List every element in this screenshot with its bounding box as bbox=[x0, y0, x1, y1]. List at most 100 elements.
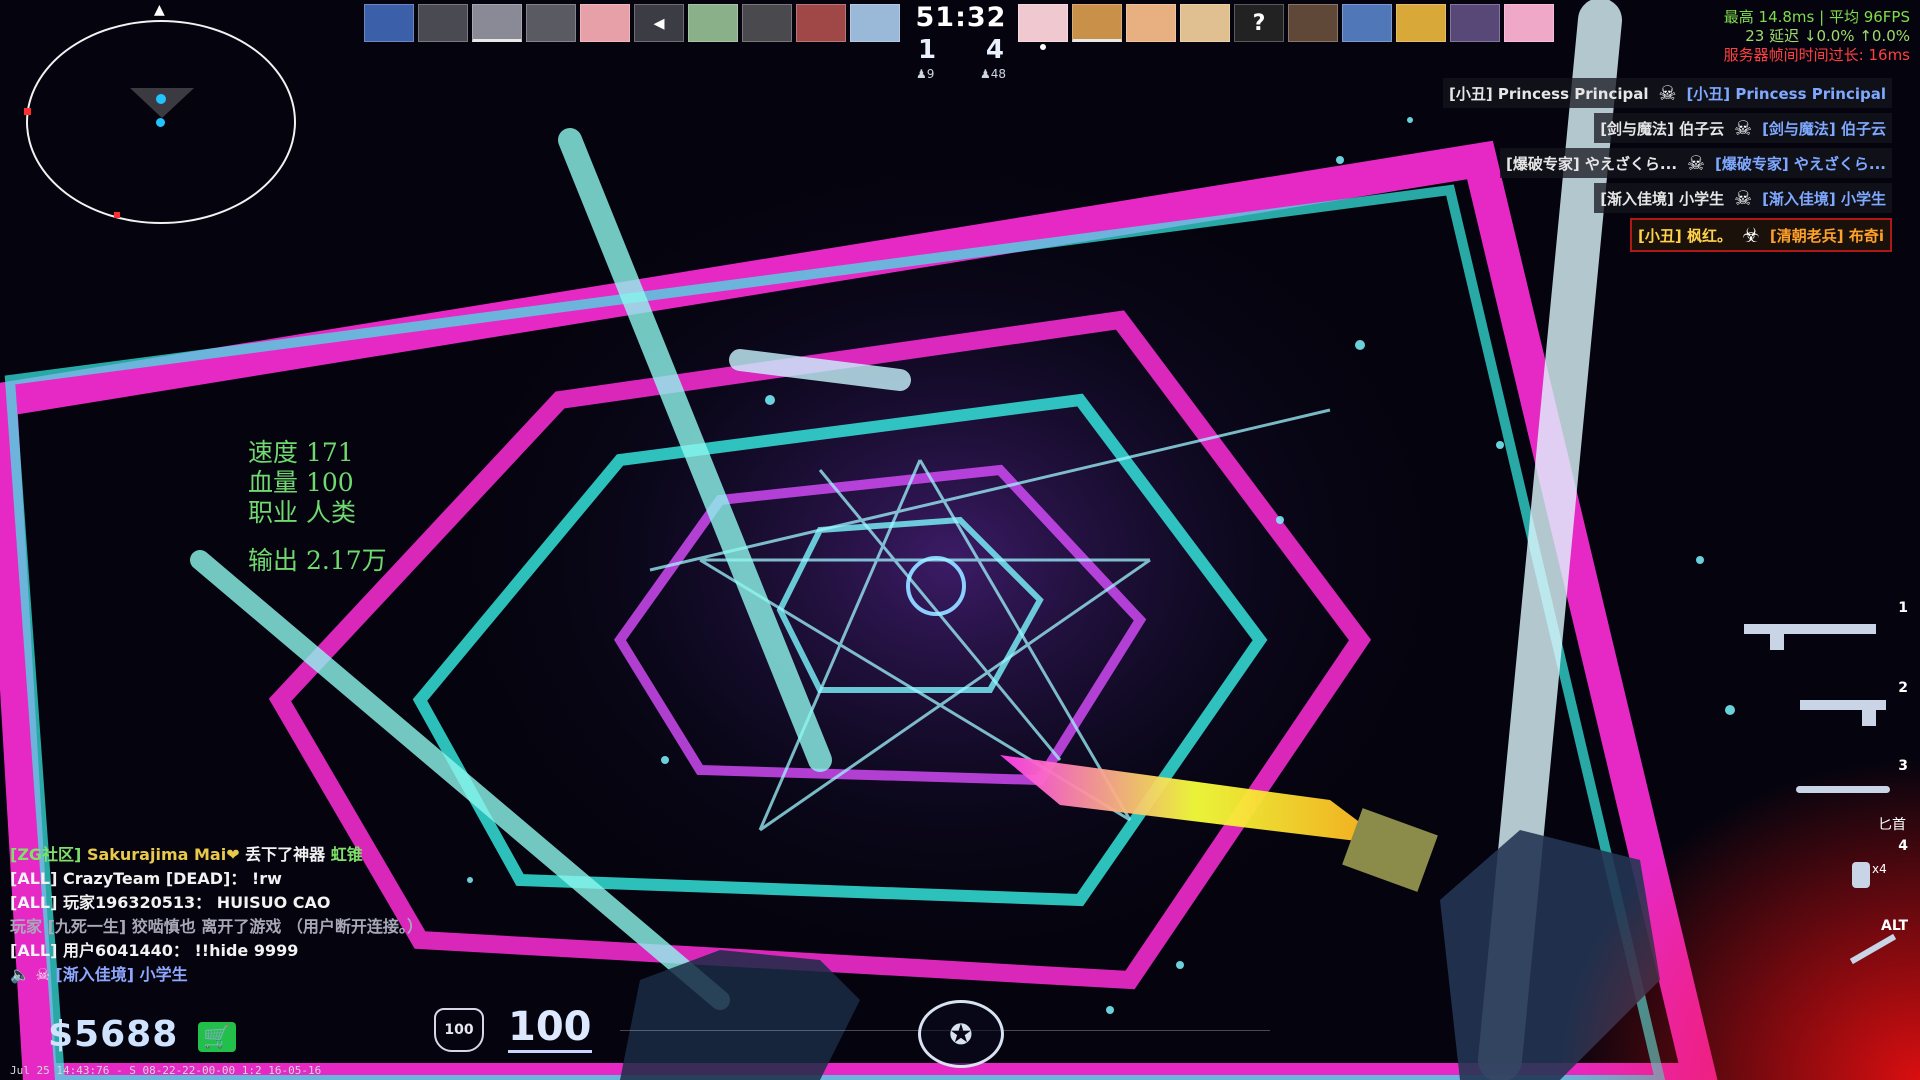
skull-icon: ☠ bbox=[1734, 116, 1753, 140]
player-avatar: ◂ bbox=[634, 4, 684, 42]
player-avatar bbox=[1450, 4, 1500, 42]
enemy-marker bbox=[24, 108, 31, 115]
chat-segment: [ALL] 玩家196320513： HUISUO CAO bbox=[10, 893, 331, 912]
player-avatar bbox=[526, 4, 576, 42]
killer-name: [小丑] 枫红。 bbox=[1638, 226, 1732, 245]
kill-feed-entry: [小丑] Princess Principal ☠ [小丑] Princess … bbox=[1442, 78, 1892, 108]
player-avatar bbox=[1018, 4, 1068, 42]
weapon-slot-3-number: 3 bbox=[1898, 758, 1908, 774]
player-avatar bbox=[580, 4, 630, 42]
alive-count-right: ♟48 bbox=[979, 67, 1006, 81]
killer-name: [爆破专家] やえざくら... bbox=[1506, 154, 1678, 173]
net-stats-fps: 最高 14.8ms | 平均 96FPS bbox=[1723, 8, 1910, 26]
net-stats-latency: 23 延迟 ↓0.0% ↑0.0% bbox=[1745, 27, 1910, 45]
player-avatar bbox=[796, 4, 846, 42]
biohazard-icon: ☣ bbox=[1741, 223, 1760, 247]
player-avatar bbox=[1072, 4, 1122, 42]
weapon-selector: 1 2 3 匕首 4 x4 ALT bbox=[1730, 600, 1920, 1000]
chat-segment: [ZG社区] bbox=[10, 845, 87, 864]
player-dot bbox=[156, 94, 166, 104]
north-marker: ▲ bbox=[154, 2, 165, 18]
chat-message: [ALL] 玩家196320513： HUISUO CAO bbox=[10, 891, 423, 915]
skull-icon: ☠ bbox=[1658, 81, 1677, 105]
damage-output-readout: 输出 2.17万 bbox=[248, 546, 387, 575]
grenade-icon[interactable] bbox=[1852, 862, 1870, 888]
knife-icon[interactable] bbox=[1796, 786, 1890, 793]
player-avatar bbox=[1342, 4, 1392, 42]
chat-message: [ALL] CrazyTeam [DEAD]： !rw bbox=[10, 867, 423, 891]
chat-message: 玩家 [九死一生] 狡啮慎也 离开了游戏 （用户断开连接。） bbox=[10, 915, 423, 939]
kill-feed-entry: [剑与魔法] 伯子云 ☠ [剑与魔法] 伯子云 bbox=[1594, 113, 1892, 143]
killer-name: [小丑] Princess Principal bbox=[1448, 84, 1649, 103]
voice-indicator: 🔈 ☠ [渐入佳境] 小学生 bbox=[10, 963, 423, 987]
player-avatar bbox=[1126, 4, 1176, 42]
player-avatar bbox=[472, 4, 522, 42]
bomb-indicator bbox=[1040, 44, 1046, 50]
rifle-icon[interactable] bbox=[1744, 624, 1876, 634]
player-avatar bbox=[1288, 4, 1338, 42]
chat-segment: Sakurajima Mai❤ bbox=[86, 845, 246, 864]
victim-name: [渐入佳境] 小学生 bbox=[1762, 189, 1886, 208]
player-stats: 速度 171 血量 100 职业 人类 输出 2.17万 bbox=[248, 438, 387, 576]
victim-name: [剑与魔法] 伯子云 bbox=[1762, 119, 1886, 138]
chat-segment: 丢下了神器 bbox=[245, 845, 331, 864]
score-team-right: 4 bbox=[985, 35, 1004, 65]
kill-feed-entry: [渐入佳境] 小学生 ☠ [渐入佳境] 小学生 bbox=[1594, 183, 1892, 213]
round-timer: 51:32 bbox=[915, 2, 1007, 33]
chat-log: [ZG社区] Sakurajima Mai❤ 丢下了神器 虹锥 [ALL] Cr… bbox=[10, 843, 423, 987]
player-avatar bbox=[742, 4, 792, 42]
chat-message: [ALL] 用户6041440： !!hide 9999 bbox=[10, 939, 423, 963]
ct-emblem-icon: ✪ bbox=[918, 1000, 1004, 1068]
killer-name: [渐入佳境] 小学生 bbox=[1600, 189, 1725, 208]
pistol-grip bbox=[1862, 708, 1876, 726]
player-avatar bbox=[364, 4, 414, 42]
killer-name: [剑与魔法] 伯子云 bbox=[1600, 119, 1725, 138]
player-avatar bbox=[1180, 4, 1230, 42]
weapon-slot-alt-label: ALT bbox=[1881, 918, 1908, 934]
kill-feed-entry-highlighted: [小丑] 枫红。 ☣ [清朝老兵] 布奇i bbox=[1630, 218, 1892, 252]
grenade-count: x4 bbox=[1872, 862, 1887, 876]
alive-count-left: ♟9 bbox=[916, 67, 935, 81]
weapon-slot-1-number: 1 bbox=[1898, 600, 1908, 616]
team-right-avatars: ? bbox=[1018, 4, 1554, 42]
net-stats-warning: 服务器帧间时间过长: 16ms bbox=[1723, 46, 1910, 64]
minimap: ▲ bbox=[24, 2, 296, 224]
round-info: 51:32 1 4 ♟9 ♟48 bbox=[906, 2, 1016, 81]
victim-name: [清朝老兵] 布奇i bbox=[1769, 226, 1884, 245]
chat-segment: [ALL] CrazyTeam [DEAD]： !rw bbox=[10, 869, 282, 888]
chat-segment: 玩家 [九死一生] 狡啮慎也 离开了游戏 （用户断开连接。） bbox=[10, 917, 423, 936]
class-readout: 职业 人类 bbox=[248, 498, 356, 527]
money-display: $5688 bbox=[48, 1014, 179, 1055]
enemy-marker bbox=[114, 212, 120, 218]
player-avatar bbox=[418, 4, 468, 42]
teammate-dot bbox=[156, 118, 165, 127]
speed-readout: 速度 171 bbox=[248, 438, 354, 467]
knife-label: 匕首 bbox=[1878, 817, 1906, 833]
weapon-slot-4-number: 4 bbox=[1898, 838, 1908, 854]
armor-icon: 100 bbox=[434, 1008, 484, 1052]
skull-icon: ☠ bbox=[1687, 151, 1705, 175]
chat-segment: [渐入佳境] 小学生 bbox=[55, 965, 188, 984]
special-item-icon[interactable] bbox=[1849, 933, 1897, 965]
weapon-slot-2-number: 2 bbox=[1898, 680, 1908, 696]
team-left-avatars: ◂ bbox=[364, 4, 900, 42]
hp-readout: 血量 100 bbox=[248, 468, 354, 497]
score-team-left: 1 bbox=[918, 35, 937, 65]
skull-icon: ☠ bbox=[1734, 186, 1753, 210]
unknown-avatar: ? bbox=[1234, 4, 1284, 42]
speaker-icon: 🔈 ☠ bbox=[10, 965, 56, 984]
victim-name: [爆破专家] やえざくら... bbox=[1714, 154, 1886, 173]
net-stats: 最高 14.8ms | 平均 96FPS 23 延迟 ↓0.0% ↑0.0% 服… bbox=[1724, 8, 1910, 65]
buy-menu-cart-icon[interactable]: 🛒 bbox=[198, 1022, 236, 1052]
rifle-grip bbox=[1770, 634, 1784, 650]
health-display: 100 bbox=[508, 1004, 592, 1053]
chat-segment: 虹锥 bbox=[330, 845, 363, 864]
player-avatar bbox=[1504, 4, 1554, 42]
muted-icon: ◂ bbox=[653, 10, 665, 36]
kill-feed-entry: [爆破专家] やえざくら... ☠ [爆破专家] やえざくら... bbox=[1500, 148, 1892, 178]
chat-segment: [ALL] 用户6041440： !!hide 9999 bbox=[10, 941, 299, 960]
kill-feed: [小丑] Princess Principal ☠ [小丑] Princess … bbox=[1332, 78, 1892, 257]
player-avatar bbox=[688, 4, 738, 42]
victim-name: [小丑] Princess Principal bbox=[1686, 84, 1886, 103]
player-avatar bbox=[850, 4, 900, 42]
